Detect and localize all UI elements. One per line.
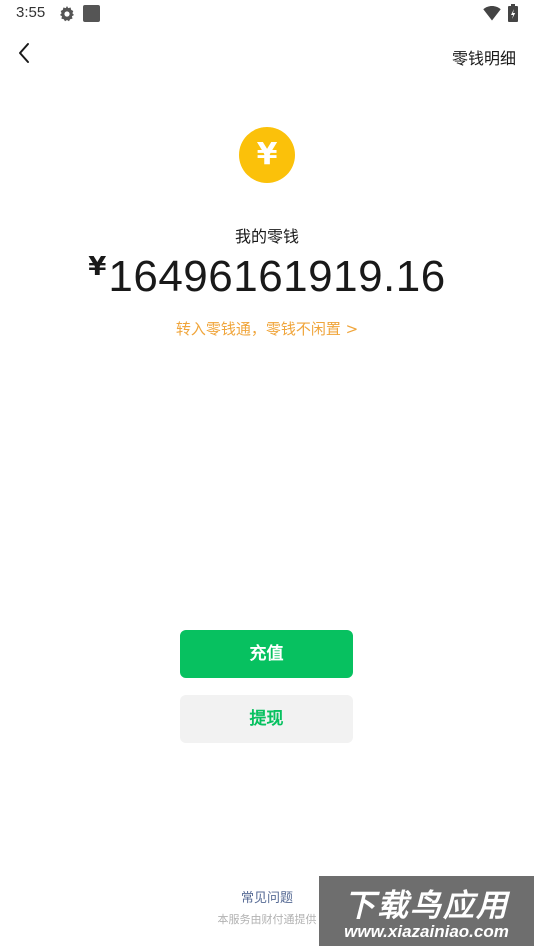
coin-symbol: ¥ [256,137,278,172]
balance-amount: ¥16496161919.16 [0,252,534,302]
watermark: 下载鸟应用 www.xiazainiao.com [319,876,534,946]
gear-icon [60,6,74,22]
back-button[interactable] [14,40,36,66]
yuan-coin-icon: ¥ [239,127,295,183]
change-details-link[interactable]: 零钱明细 [452,45,516,69]
watermark-url: www.xiazainiao.com [344,922,509,941]
battery-icon [508,4,518,22]
status-bar: 3:55 [0,0,534,28]
recharge-button[interactable]: 充值 [180,630,353,678]
watermark-title: 下载鸟应用 [344,888,509,924]
chevron-left-icon [19,43,29,63]
status-time: 3:55 [16,4,46,21]
withdraw-button[interactable]: 提现 [180,695,353,743]
balance-value: 16496161919.16 [108,252,446,301]
square-icon [83,5,100,22]
currency-symbol: ¥ [88,252,107,282]
promo-link[interactable]: 转入零钱通，零钱不闲置 > [0,318,534,339]
wifi-icon [483,6,501,21]
balance-label: 我的零钱 [234,227,299,246]
